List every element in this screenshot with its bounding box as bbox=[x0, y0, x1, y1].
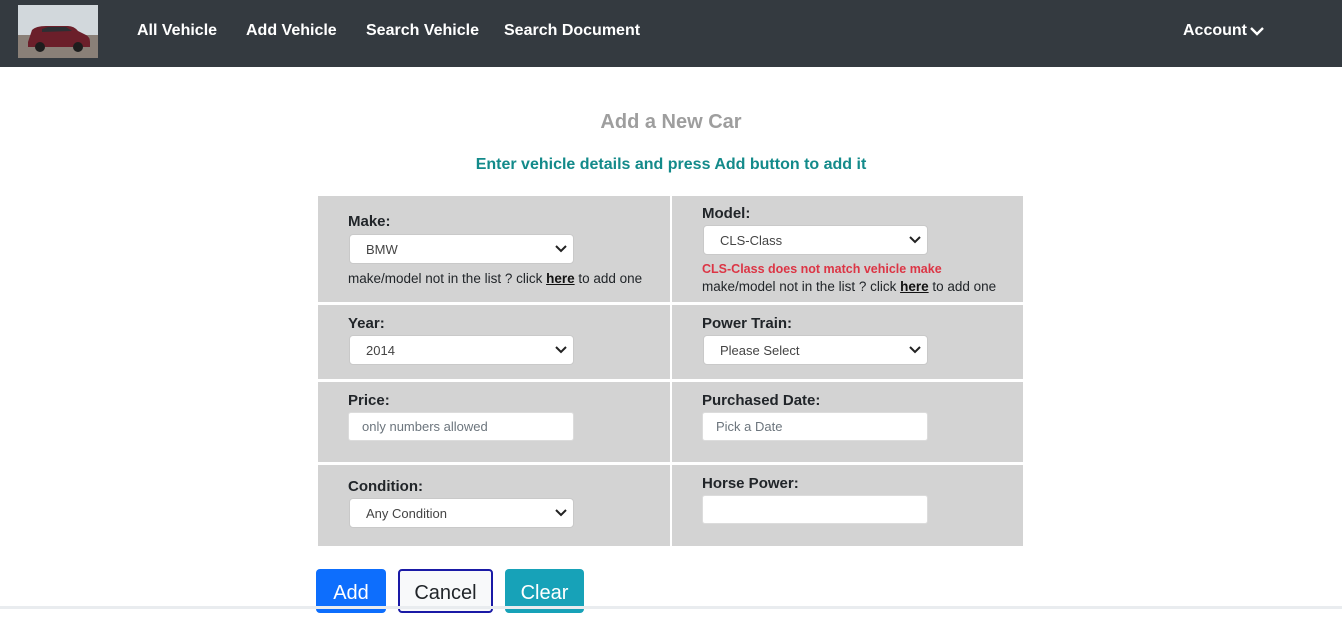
year-cell: Year: 2014 bbox=[318, 305, 670, 379]
year-select[interactable]: 2014 bbox=[349, 335, 574, 365]
nav-add-vehicle[interactable]: Add Vehicle bbox=[246, 22, 337, 40]
account-menu[interactable]: Account bbox=[1183, 22, 1264, 40]
add-make-model-link[interactable]: here bbox=[900, 279, 929, 294]
model-cell: Model: CLS-Class CLS-Class does not matc… bbox=[672, 196, 1023, 302]
purchased-date-label: Purchased Date: bbox=[702, 392, 821, 409]
condition-select-value: Any Condition bbox=[366, 506, 447, 521]
model-label: Model: bbox=[702, 205, 751, 222]
price-input[interactable]: only numbers allowed bbox=[348, 412, 574, 441]
year-select-value: 2014 bbox=[366, 343, 395, 358]
chevron-down-icon bbox=[555, 509, 567, 517]
nav-search-vehicle[interactable]: Search Vehicle bbox=[366, 22, 479, 40]
top-navbar: All Vehicle Add Vehicle Search Vehicle S… bbox=[0, 0, 1342, 67]
horse-power-input[interactable] bbox=[702, 495, 928, 524]
chevron-down-icon bbox=[909, 236, 921, 244]
model-select-value: CLS-Class bbox=[720, 233, 783, 248]
chevron-down-icon bbox=[1250, 26, 1264, 36]
chevron-down-icon bbox=[909, 346, 921, 354]
make-select-value: BMW bbox=[366, 242, 398, 257]
make-help-text: make/model not in the list ? click here … bbox=[348, 271, 643, 286]
make-cell: Make: BMW make/model not in the list ? c… bbox=[318, 196, 670, 302]
horse-power-label: Horse Power: bbox=[702, 475, 799, 492]
power-train-select[interactable]: Please Select bbox=[703, 335, 928, 365]
condition-cell: Condition: Any Condition bbox=[318, 465, 670, 546]
horse-power-cell: Horse Power: bbox=[672, 465, 1023, 546]
make-label: Make: bbox=[348, 213, 391, 230]
purchased-date-input[interactable]: Pick a Date bbox=[702, 412, 928, 441]
condition-select[interactable]: Any Condition bbox=[349, 498, 574, 528]
power-train-cell: Power Train: Please Select bbox=[672, 305, 1023, 379]
nav-all-vehicle[interactable]: All Vehicle bbox=[137, 22, 217, 40]
price-label: Price: bbox=[348, 392, 390, 409]
page-title: Add a New Car bbox=[600, 111, 742, 133]
account-label: Account bbox=[1183, 22, 1247, 39]
chevron-down-icon bbox=[555, 245, 567, 253]
add-make-model-link[interactable]: here bbox=[546, 271, 575, 286]
price-cell: Price: only numbers allowed bbox=[318, 382, 670, 462]
power-train-select-value: Please Select bbox=[720, 343, 800, 358]
page-subtitle: Enter vehicle details and press Add butt… bbox=[475, 156, 867, 173]
purchased-date-cell: Purchased Date: Pick a Date bbox=[672, 382, 1023, 462]
model-help-text: make/model not in the list ? click here … bbox=[702, 279, 997, 294]
car-logo-image[interactable] bbox=[18, 5, 98, 58]
model-error-message: CLS-Class does not match vehicle make bbox=[702, 262, 942, 276]
power-train-label: Power Train: bbox=[702, 315, 793, 332]
condition-label: Condition: bbox=[348, 478, 423, 495]
make-select[interactable]: BMW bbox=[349, 234, 574, 264]
year-label: Year: bbox=[348, 315, 385, 332]
model-select[interactable]: CLS-Class bbox=[703, 225, 928, 255]
nav-search-document[interactable]: Search Document bbox=[504, 22, 640, 40]
chevron-down-icon bbox=[555, 346, 567, 354]
